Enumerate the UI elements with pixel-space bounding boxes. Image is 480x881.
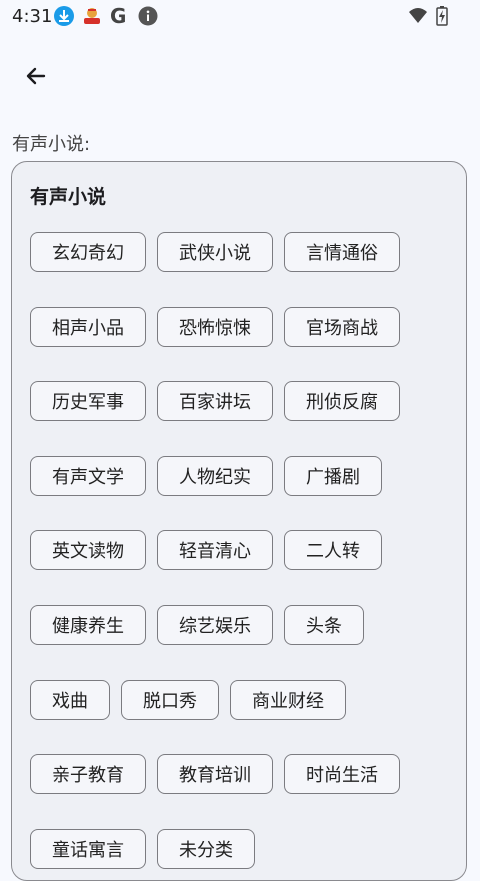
section-label: 有声小说: — [12, 134, 91, 155]
category-chip[interactable]: 广播剧 — [284, 456, 382, 496]
chip-row: 英文读物 轻音清心 二人转 — [30, 530, 382, 570]
wifi-icon — [408, 6, 428, 30]
chip-row: 历史军事 百家讲坛 刑侦反腐 — [30, 381, 400, 421]
category-chip[interactable]: 童话寓言 — [30, 829, 146, 869]
chip-row: 玄幻奇幻 武侠小说 言情通俗 — [30, 232, 400, 272]
category-chip[interactable]: 亲子教育 — [30, 754, 146, 794]
info-icon — [138, 6, 158, 26]
toolbar — [0, 48, 480, 104]
status-time: 4:31 — [12, 6, 53, 27]
category-chip[interactable]: 玄幻奇幻 — [30, 232, 146, 272]
google-icon: G — [110, 4, 127, 28]
app-notification-icon — [82, 6, 102, 26]
chip-row: 童话寓言 未分类 — [30, 829, 255, 869]
category-chip[interactable]: 健康养生 — [30, 605, 146, 645]
category-chip[interactable]: 百家讲坛 — [157, 381, 273, 421]
category-chip[interactable]: 相声小品 — [30, 307, 146, 347]
category-chip[interactable]: 有声文学 — [30, 456, 146, 496]
category-chip[interactable]: 综艺娱乐 — [157, 605, 273, 645]
card-title: 有声小说 — [30, 186, 107, 208]
category-chip[interactable]: 脱口秀 — [121, 680, 219, 720]
status-bar: 4:31 G — [0, 0, 480, 32]
category-chip[interactable]: 时尚生活 — [284, 754, 400, 794]
category-chip[interactable]: 恐怖惊悚 — [157, 307, 273, 347]
category-chip[interactable]: 戏曲 — [30, 680, 110, 720]
download-icon — [54, 6, 74, 26]
category-chip[interactable]: 官场商战 — [284, 307, 400, 347]
category-chip[interactable]: 教育培训 — [157, 754, 273, 794]
category-chip[interactable]: 武侠小说 — [157, 232, 273, 272]
category-chip[interactable]: 刑侦反腐 — [284, 381, 400, 421]
battery-charging-icon — [436, 6, 448, 30]
category-chip[interactable]: 商业财经 — [230, 680, 346, 720]
category-chip[interactable]: 英文读物 — [30, 530, 146, 570]
back-button[interactable] — [14, 56, 58, 96]
category-chip[interactable]: 未分类 — [157, 829, 255, 869]
category-card: 有声小说 玄幻奇幻 武侠小说 言情通俗 相声小品 恐怖惊悚 官场商战 历史军事 … — [11, 161, 467, 881]
category-chip[interactable]: 头条 — [284, 605, 364, 645]
chip-row: 相声小品 恐怖惊悚 官场商战 — [30, 307, 400, 347]
chip-row: 健康养生 综艺娱乐 头条 — [30, 605, 364, 645]
chip-row: 戏曲 脱口秀 商业财经 — [30, 680, 346, 720]
chip-row: 有声文学 人物纪实 广播剧 — [30, 456, 382, 496]
category-chip[interactable]: 历史军事 — [30, 381, 146, 421]
category-chip[interactable]: 轻音清心 — [157, 530, 273, 570]
system-status-icons — [408, 6, 448, 30]
category-chip[interactable]: 言情通俗 — [284, 232, 400, 272]
chip-row: 亲子教育 教育培训 时尚生活 — [30, 754, 400, 794]
category-chip[interactable]: 人物纪实 — [157, 456, 273, 496]
back-arrow-icon — [26, 67, 46, 85]
notification-icons: G — [54, 6, 158, 26]
category-chip[interactable]: 二人转 — [284, 530, 382, 570]
